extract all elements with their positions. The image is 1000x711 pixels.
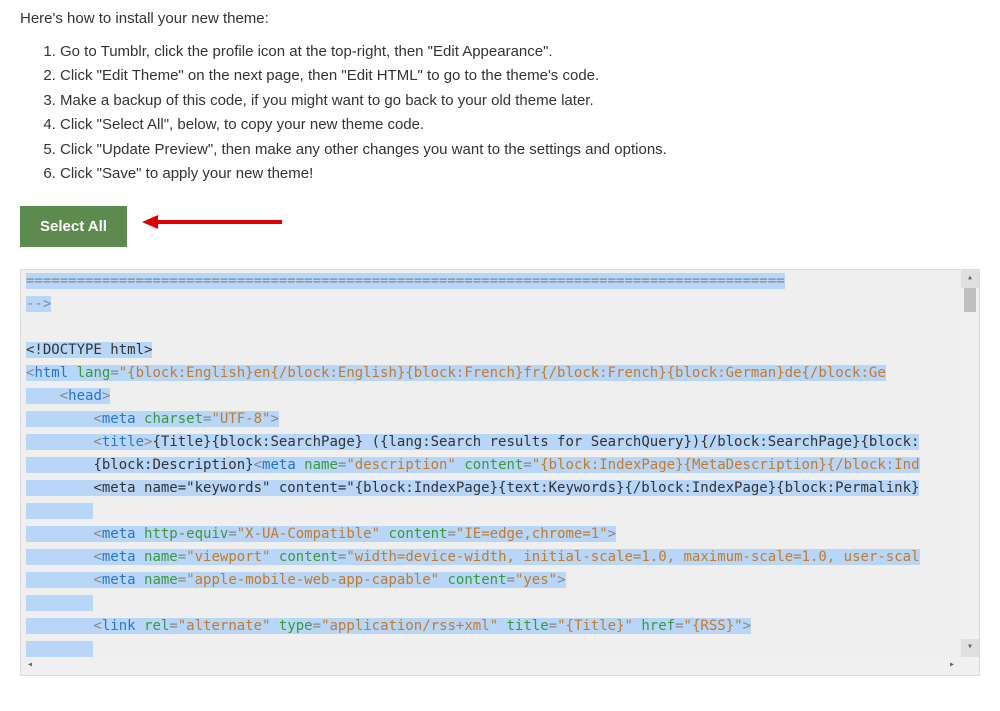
step-item: Click "Select All", below, to copy your … bbox=[60, 114, 980, 137]
scroll-right-icon[interactable]: ▸ bbox=[943, 657, 961, 675]
code-content: ========================================… bbox=[26, 270, 979, 660]
horizontal-scrollbar[interactable]: ◂ ▸ bbox=[21, 657, 961, 675]
select-all-button[interactable]: Select All bbox=[20, 206, 127, 247]
scroll-thumb[interactable] bbox=[964, 288, 976, 312]
step-item: Click "Edit Theme" on the next page, the… bbox=[60, 65, 980, 88]
step-item: Make a backup of this code, if you might… bbox=[60, 90, 980, 113]
install-steps: Go to Tumblr, click the profile icon at … bbox=[20, 41, 980, 186]
step-item: Click "Update Preview", then make any ot… bbox=[60, 139, 980, 162]
intro-text: Here's how to install your new theme: bbox=[20, 8, 980, 31]
vertical-scrollbar[interactable]: ▴ ▾ bbox=[961, 270, 979, 675]
step-item: Go to Tumblr, click the profile icon at … bbox=[60, 41, 980, 64]
code-block[interactable]: ========================================… bbox=[20, 269, 980, 676]
arrow-left-icon bbox=[142, 213, 282, 239]
scroll-up-icon[interactable]: ▴ bbox=[961, 270, 979, 288]
scroll-down-icon[interactable]: ▾ bbox=[961, 639, 979, 657]
step-item: Click "Save" to apply your new theme! bbox=[60, 163, 980, 186]
scroll-left-icon[interactable]: ◂ bbox=[21, 657, 39, 675]
